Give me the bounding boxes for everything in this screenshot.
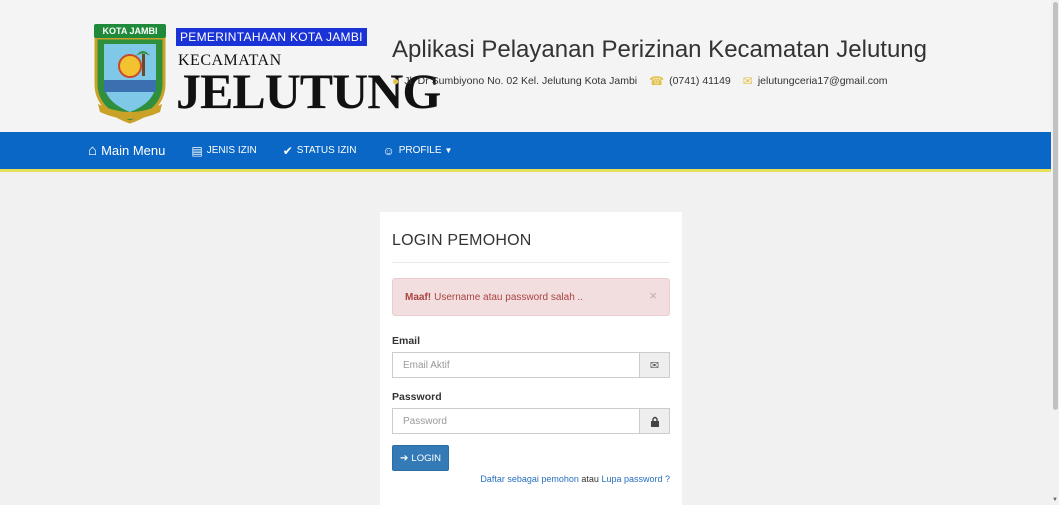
email-input-group: ✉: [392, 352, 670, 378]
email-item: ✉ jelutungceria17@gmail.com: [743, 74, 888, 88]
home-icon: ⌂: [88, 142, 98, 159]
user-icon: ☺: [382, 143, 395, 158]
address-item: ● Jl. Dr Sumbiyono No. 02 Kel. Jelutung …: [392, 74, 637, 88]
scroll-down-icon[interactable]: ▼: [1051, 497, 1059, 503]
logo[interactable]: KOTA JAMBI PEMERINTAHAAN KOTA JAMBI KECA…: [88, 14, 441, 130]
nav-main-menu-label: Main Menu: [101, 143, 166, 158]
contact-info: ● Jl. Dr Sumbiyono No. 02 Kel. Jelutung …: [392, 74, 900, 88]
phone-item: ☎ (0741) 41149: [649, 74, 731, 88]
forgot-password-link[interactable]: Lupa password ?: [601, 474, 670, 484]
emblem-banner: KOTA JAMBI: [94, 24, 166, 38]
email-label: Email: [392, 335, 421, 347]
divider: [392, 262, 670, 263]
lock-icon: [639, 409, 669, 433]
sign-in-icon: ➔: [400, 452, 409, 464]
list-icon: ▤: [191, 143, 203, 158]
nav-profile-label: PROFILE: [398, 145, 442, 156]
email-text: jelutungceria17@gmail.com: [757, 75, 888, 87]
password-label: Password: [392, 391, 442, 403]
nav-main-menu[interactable]: ⌂ Main Menu: [88, 142, 165, 159]
nav-jenis-izin[interactable]: ▤ JENIS IZIN: [191, 144, 256, 158]
close-icon[interactable]: ×: [649, 288, 657, 303]
nav-status-izin[interactable]: ✔ STATUS IZIN: [283, 144, 357, 158]
login-button[interactable]: ➔ LOGIN: [392, 445, 449, 471]
address-text: Jl. Dr Sumbiyono No. 02 Kel. Jelutung Ko…: [404, 75, 638, 87]
or-text: atau: [581, 474, 599, 484]
scrollbar-thumb[interactable]: [1053, 2, 1058, 410]
brand-top-label: PEMERINTAHAAN KOTA JAMBI: [176, 28, 367, 46]
error-alert: Maaf! Username atau password salah .. ×: [392, 278, 670, 316]
envelope-icon: ✉: [742, 74, 753, 88]
site-header: KOTA JAMBI PEMERINTAHAAN KOTA JAMBI KECA…: [0, 0, 1059, 132]
login-links: Daftar sebagai pemohon atau Lupa passwor…: [480, 474, 670, 484]
login-card: LOGIN PEMOHON Maaf! Username atau passwo…: [380, 212, 682, 505]
kota-jambi-emblem: KOTA JAMBI: [88, 24, 172, 124]
nav-profile-dropdown[interactable]: ☺ PROFILE ▼: [382, 144, 452, 158]
envelope-icon: ✉: [639, 353, 669, 377]
login-button-label: LOGIN: [411, 452, 441, 464]
email-field[interactable]: [393, 353, 639, 377]
app-title: Aplikasi Pelayanan Perizinan Kecamatan J…: [392, 36, 927, 63]
password-field[interactable]: [393, 409, 639, 433]
caret-down-icon: ▼: [444, 146, 453, 155]
scrollbar[interactable]: ▼: [1051, 0, 1059, 505]
alert-message: Username atau password salah ..: [434, 291, 584, 303]
password-input-group: [392, 408, 670, 434]
main-navbar: ⌂ Main Menu ▤ JENIS IZIN ✔ STATUS IZIN ☺…: [0, 132, 1059, 172]
login-title: LOGIN PEMOHON: [392, 232, 532, 249]
check-circle-icon: ✔: [282, 143, 293, 158]
register-link[interactable]: Daftar sebagai pemohon: [480, 474, 579, 484]
phone-icon: ☎: [649, 74, 665, 88]
nav-status-izin-label: STATUS IZIN: [296, 145, 357, 156]
phone-text: (0741) 41149: [669, 75, 731, 87]
alert-strong: Maaf!: [405, 291, 432, 303]
map-marker-icon: ●: [392, 74, 400, 88]
nav-jenis-izin-label: JENIS IZIN: [206, 145, 257, 156]
